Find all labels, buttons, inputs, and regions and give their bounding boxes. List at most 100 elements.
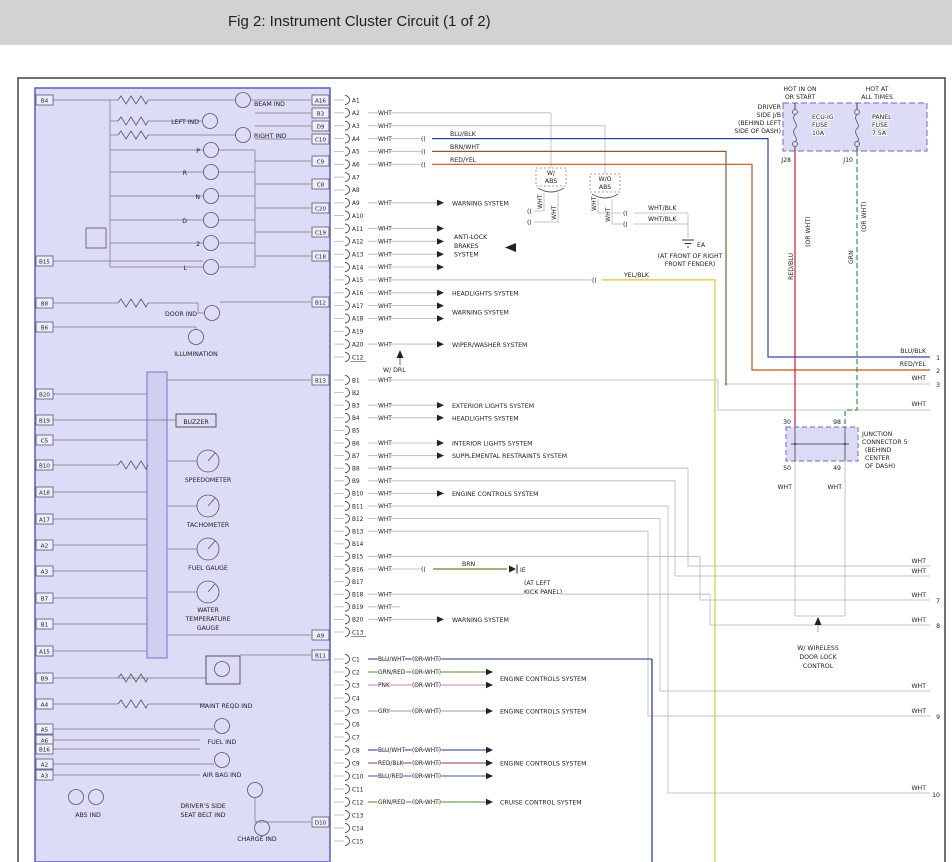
wire-color-label: (OR WHT)	[412, 761, 441, 767]
connector-pin-label: C14	[352, 826, 364, 832]
connector-pin-label: A6	[352, 163, 360, 169]
annotation-label: 50	[783, 465, 791, 472]
connector-pin-label: B20	[352, 618, 364, 624]
wire-color-label: WHT	[378, 265, 392, 271]
connector-pin-label: B3	[352, 404, 360, 410]
wire-color-label: WHT	[378, 291, 392, 297]
annotation-label: WHT	[605, 207, 612, 222]
cluster-component-label: AIR BAG IND	[203, 772, 242, 779]
annotation-label: WHT	[911, 568, 926, 575]
connector-pin-label: C13	[352, 630, 364, 636]
cluster-pin-label: B16	[39, 747, 50, 753]
cluster-component-label: FUEL GAUGE	[188, 565, 228, 572]
connector-pin-label: C9	[352, 761, 360, 767]
cluster-pin-label: A9	[317, 633, 325, 639]
connector-pin-label: C1	[352, 657, 360, 663]
annotation-label: CONTROL	[803, 663, 834, 670]
annotation-label: (AT LEFT	[524, 580, 551, 587]
annotation-label: ECU-IG	[812, 114, 834, 121]
connector-pin-label: A15	[352, 278, 364, 284]
system-label: WARNING SYSTEM	[452, 201, 509, 208]
annotation-label: WHT/BLK	[648, 216, 677, 223]
cluster-component-label: P	[196, 148, 200, 155]
cluster-component-label: DRIVER'S SIDE	[180, 803, 225, 810]
wire-color-label: WHT	[378, 466, 392, 472]
connector-pin-label: C2	[352, 670, 360, 676]
annotation-label: OF DASH)	[865, 463, 895, 470]
connector-pin-label: C10	[352, 774, 364, 780]
cluster-pin-label: A18	[39, 490, 50, 496]
cluster-component-label: CHARGE IND	[237, 836, 277, 843]
system-label: SUPPLEMENTAL RESTRAINTS SYSTEM	[452, 453, 567, 460]
connector-pin-label: C4	[352, 696, 360, 702]
connector-pin-label: A1	[352, 98, 360, 104]
cluster-pin-label: B12	[315, 300, 326, 306]
cluster-pin-label: B4	[41, 98, 49, 104]
wire-color-label: WHT	[378, 618, 392, 624]
cluster-pin-label: A3	[41, 569, 49, 575]
wire-color-label: (OR WHT)	[412, 683, 441, 689]
cluster-component-label: SEAT BELT IND	[180, 812, 225, 819]
connector-pin-label: B19	[352, 605, 364, 611]
connector-pin-label: C12	[352, 800, 364, 806]
wire-color-label: WHT	[378, 124, 392, 130]
annotation-label: 7.5A	[872, 130, 887, 137]
cluster-pin-label: B3	[317, 111, 325, 117]
annotation-label: ((	[527, 220, 532, 227]
cluster-component-label: D	[182, 218, 187, 225]
annotation-label: WHT	[911, 592, 926, 599]
cluster-component-label: DOOR IND	[165, 311, 197, 318]
annotation-label: W/	[547, 170, 556, 177]
wire-color-label: WHT	[378, 592, 392, 598]
annotation-label: BLU/BLK	[900, 348, 927, 355]
cluster-pin-label: A5	[41, 727, 49, 733]
wire-color-label: WHT	[378, 227, 392, 233]
connector-pin-label: C5	[352, 709, 360, 715]
wire-color-label: (OR WHT)	[412, 774, 441, 780]
junction-dot	[794, 443, 797, 446]
cluster-pin-label: C10	[315, 137, 326, 143]
system-label: HEADLIGHTS SYSTEM	[452, 291, 519, 298]
wire-color-label: WHT	[378, 403, 392, 409]
cluster-body	[35, 88, 330, 862]
system-label: HEADLIGHTS SYSTEM	[452, 415, 519, 422]
annotation-label: ALL TIMES	[861, 94, 893, 101]
annotation-label: W/ DRL	[383, 367, 406, 374]
cluster-pin-label: A16	[315, 98, 326, 104]
cluster-component-label: BEAM IND	[254, 101, 285, 108]
system-label: BRAKES	[454, 243, 478, 250]
annotation-label: IE	[520, 567, 526, 574]
wire-color-label: WHT	[378, 137, 392, 143]
connector-pin-label: B1	[352, 378, 360, 384]
wire-color-label: WHT	[378, 479, 392, 485]
cluster-component-label: ABS IND	[75, 812, 101, 819]
annotation-label: ((	[421, 136, 426, 143]
connector-pin-label: B7	[352, 454, 360, 460]
annotation-label: (OR WHT)	[861, 201, 868, 232]
connector-pin-label: C15	[352, 839, 364, 845]
wire-color-label: WHT	[378, 416, 392, 422]
annotation-label: WHT	[591, 196, 598, 211]
cluster-component-label: TEMPERATURE	[185, 616, 231, 623]
wire-color-label: WHT	[378, 150, 392, 156]
connector-pin-label: B9	[352, 479, 360, 485]
system-label: WIPER/WASHER SYSTEM	[452, 342, 527, 349]
wire-color-label: PNK	[378, 683, 390, 689]
cluster-component-label: TACHOMETER	[186, 522, 230, 529]
wire-color-label: WHT	[378, 454, 392, 460]
annotation-label: 1	[936, 355, 940, 362]
cluster-pin-label: B19	[39, 418, 50, 424]
connector-pin-label: A16	[352, 291, 364, 297]
annotation-label: SIDE OF DASH)	[734, 128, 781, 135]
annotation-label: WHT	[911, 558, 926, 565]
cluster-pin-label: B7	[41, 596, 49, 602]
annotation-label: WHT	[537, 194, 544, 209]
connector-pin-label: C3	[352, 683, 360, 689]
junction-connector-5	[786, 427, 858, 461]
annotation-label: RED/YEL	[450, 157, 477, 164]
connector-pin-label: A20	[352, 342, 364, 348]
wire-color-label: WHT	[378, 342, 392, 348]
system-label: ENGINE CONTROLS SYSTEM	[500, 676, 586, 683]
annotation-label: (BEHIND	[865, 447, 892, 454]
wire-color-label: RED/BLK	[378, 761, 404, 767]
